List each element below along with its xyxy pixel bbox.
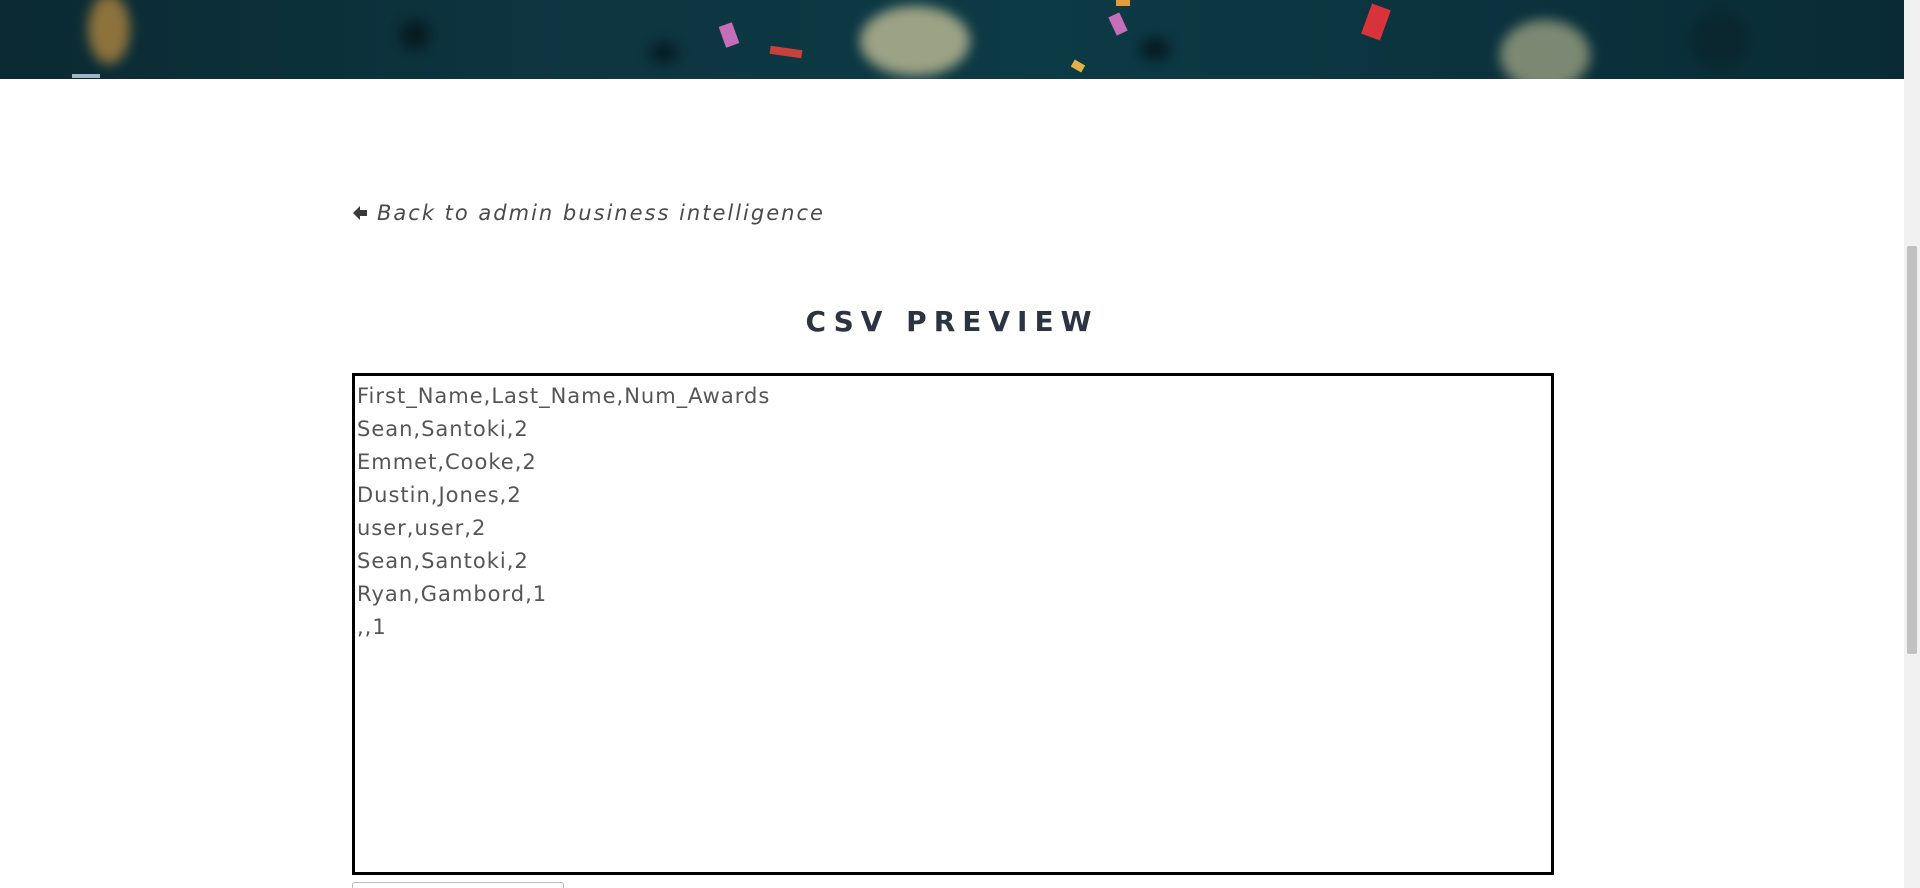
csv-line: Ryan,Gambord,1 bbox=[357, 582, 548, 606]
csv-line: Dustin,Jones,2 bbox=[357, 483, 522, 507]
csv-preview-box: First_Name,Last_Name,Num_Awards Sean,San… bbox=[352, 373, 1554, 875]
back-to-admin-link[interactable]: Back to admin business intelligence bbox=[351, 201, 825, 225]
confetti-piece bbox=[1361, 3, 1391, 41]
download-button[interactable] bbox=[352, 882, 564, 888]
confetti-blur bbox=[1690, 10, 1750, 70]
csv-line: First_Name,Last_Name,Num_Awards bbox=[357, 384, 771, 408]
confetti-piece bbox=[1108, 12, 1128, 36]
confetti-blur bbox=[650, 42, 678, 64]
csv-line: Sean,Santoki,2 bbox=[357, 549, 529, 573]
csv-line: user,user,2 bbox=[357, 516, 487, 540]
header-banner-image bbox=[0, 0, 1904, 79]
confetti-blur bbox=[400, 20, 430, 50]
confetti-blur bbox=[860, 6, 970, 76]
confetti-blur bbox=[1500, 20, 1590, 79]
csv-preview-list: First_Name,Last_Name,Num_Awards Sean,San… bbox=[355, 376, 1551, 644]
confetti-piece bbox=[72, 74, 100, 78]
confetti-blur bbox=[88, 0, 130, 64]
csv-line: Sean,Santoki,2 bbox=[357, 417, 529, 441]
scrollbar-thumb[interactable] bbox=[1907, 246, 1917, 654]
confetti-blur bbox=[1140, 38, 1170, 60]
confetti-piece bbox=[1070, 59, 1086, 73]
csv-line: Emmet,Cooke,2 bbox=[357, 450, 537, 474]
csv-line: ,,1 bbox=[357, 615, 387, 639]
page-title: CSV PREVIEW bbox=[805, 305, 1099, 338]
confetti-piece bbox=[718, 22, 740, 48]
page: Back to admin business intelligence CSV … bbox=[0, 0, 1920, 888]
confetti-piece bbox=[769, 45, 803, 59]
back-link-label: Back to admin business intelligence bbox=[377, 201, 825, 225]
confetti-piece bbox=[1116, 0, 1130, 6]
arrow-left-icon bbox=[351, 204, 369, 222]
page-scrollbar[interactable] bbox=[1904, 0, 1920, 888]
